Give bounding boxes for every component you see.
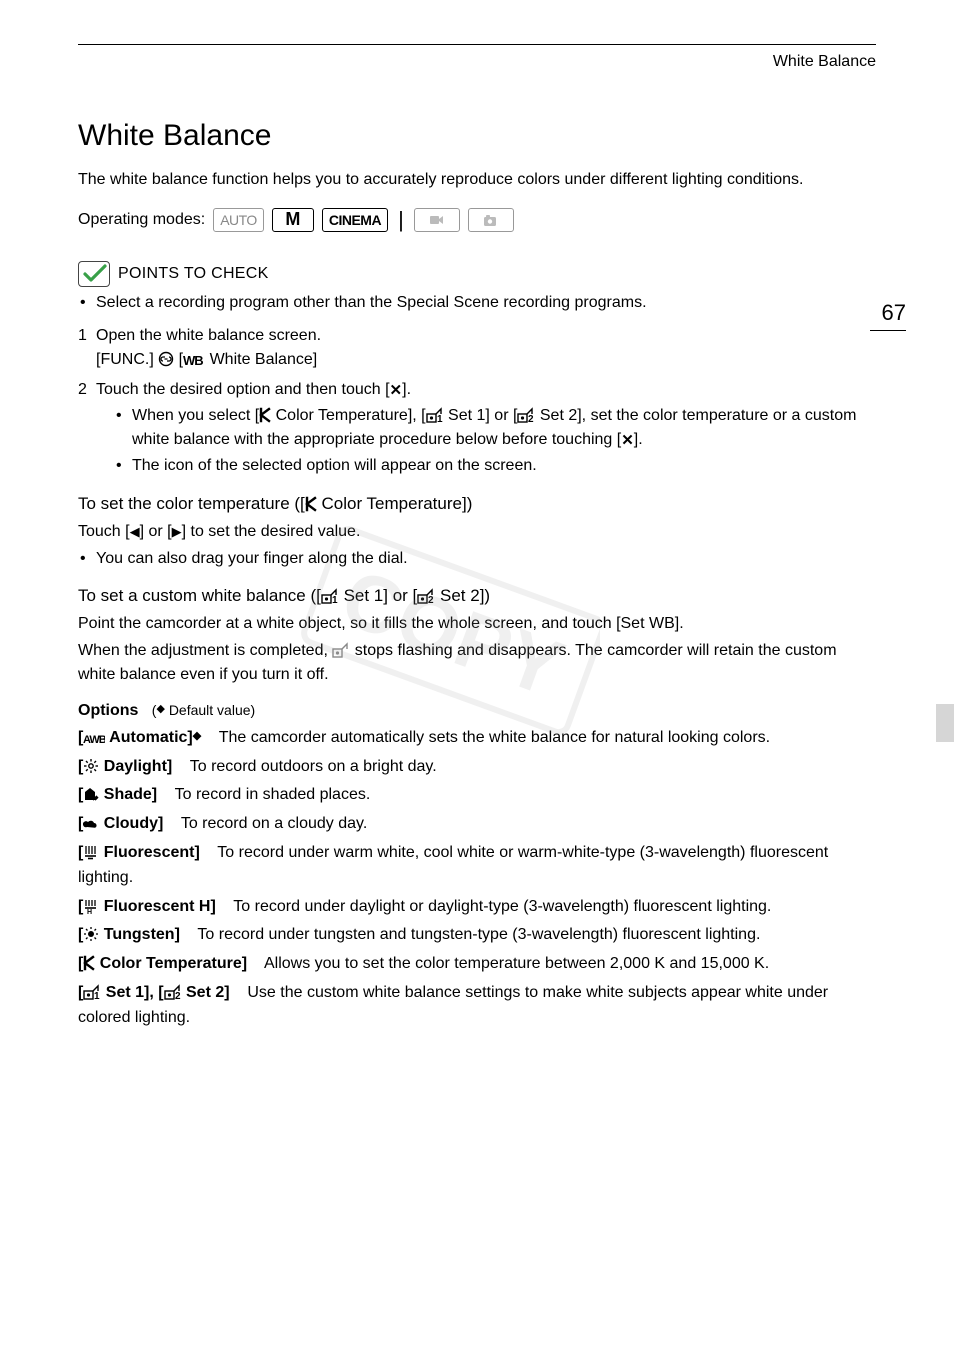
procedure-steps: 1Open the white balance screen. [FUNC.] … xyxy=(78,324,876,478)
fluorescent-icon xyxy=(83,844,99,860)
mode-manual: M xyxy=(272,208,314,232)
opt-shade: [ Shade] To record in shaded places. xyxy=(78,783,876,808)
sun-icon xyxy=(83,758,99,774)
opt-automatic: [ Automatic]◆ The camcorder automaticall… xyxy=(78,726,876,751)
awb-icon xyxy=(83,731,105,745)
operating-modes-row: Operating modes: AUTO M CINEMA | xyxy=(78,207,876,233)
opt-color-temperature: [ Color Temperature] Allows you to set t… xyxy=(78,952,876,977)
close-icon: ✕ xyxy=(390,383,403,398)
step-1: 1Open the white balance screen. [FUNC.] … xyxy=(78,324,876,372)
camcorder-icon xyxy=(428,212,446,228)
right-arrow-icon: ▶ xyxy=(172,524,182,539)
cloud-icon xyxy=(83,815,99,831)
custom-wb-p1: Point the camcorder at a white object, s… xyxy=(78,612,876,635)
set2-icon xyxy=(164,984,182,1000)
opt-set1-set2: [ Set 1], [ Set 2] Use the custom white … xyxy=(78,981,876,1031)
shade-icon xyxy=(83,786,99,802)
color-temp-line1: Touch [◀] or [▶] to set the desired valu… xyxy=(78,520,876,543)
set1-icon xyxy=(83,984,101,1000)
mode-movie xyxy=(414,208,460,232)
diamond-icon: ◆ xyxy=(193,730,201,742)
set2-icon xyxy=(417,588,435,604)
page-title: White Balance xyxy=(78,119,876,153)
camera-icon xyxy=(482,212,500,228)
manual-page: White Balance 67 COPY White Balance The … xyxy=(0,0,954,1352)
intro-paragraph: The white balance function helps you to … xyxy=(78,169,876,191)
mode-photo xyxy=(468,208,514,232)
opt-fluorescent-h: [ Fluorescent H] To record under dayligh… xyxy=(78,895,876,920)
opt-tungsten: [ Tungsten] To record under tungsten and… xyxy=(78,923,876,948)
points-to-check-row: POINTS TO CHECK xyxy=(78,261,876,287)
points-item: Select a recording program other than th… xyxy=(78,291,876,314)
side-tab xyxy=(936,704,954,742)
options-heading: Options (◆ Default value) xyxy=(78,702,876,720)
step-2: 2Touch the desired option and then touch… xyxy=(78,378,876,478)
page-number-rule xyxy=(870,330,906,331)
color-temp-bullets: You can also drag your finger along the … xyxy=(78,547,876,570)
custom-wb-p2: When the adjustment is completed, stops … xyxy=(78,639,876,685)
mode-auto: AUTO xyxy=(213,208,264,232)
diamond-icon: ◆ xyxy=(156,703,164,715)
points-to-check-list: Select a recording program other than th… xyxy=(78,291,876,314)
opt-cloudy: [ Cloudy] To record on a cloudy day. xyxy=(78,812,876,837)
k-icon xyxy=(305,496,317,512)
step-2-bullets: When you select [ Color Temperature], [ … xyxy=(78,404,876,478)
mode-separator: | xyxy=(396,207,406,233)
step-2-bullet-1: When you select [ Color Temperature], [ … xyxy=(116,404,876,452)
step-2-bullet-2: The icon of the selected option will app… xyxy=(116,454,876,478)
operating-modes-label: Operating modes: xyxy=(78,211,205,229)
link-icon xyxy=(158,351,174,367)
left-arrow-icon: ◀ xyxy=(130,524,140,539)
set2-icon xyxy=(517,407,535,423)
set-icon xyxy=(332,642,350,658)
set1-icon xyxy=(426,407,444,423)
mode-cinema: CINEMA xyxy=(322,208,388,232)
k-icon xyxy=(259,407,271,423)
k-icon xyxy=(83,955,95,971)
set1-icon xyxy=(321,588,339,604)
color-temp-bullet: You can also drag your finger along the … xyxy=(78,547,876,570)
close-icon: ✕ xyxy=(621,433,634,448)
running-header: White Balance xyxy=(78,53,876,71)
checklist-icon xyxy=(78,261,110,287)
page-number: 67 xyxy=(882,300,906,325)
opt-fluorescent: [ Fluorescent] To record under warm whit… xyxy=(78,841,876,891)
opt-daylight: [ Daylight] To record outdoors on a brig… xyxy=(78,755,876,780)
color-temp-heading: To set the color temperature ([ Color Te… xyxy=(78,494,876,514)
tungsten-icon xyxy=(83,926,99,942)
fluorescent-h-icon xyxy=(83,898,99,914)
step-1-sub: [FUNC.] [ White Balance] xyxy=(78,348,876,372)
points-to-check-label: POINTS TO CHECK xyxy=(118,265,269,283)
wb-icon xyxy=(183,353,205,367)
custom-wb-heading: To set a custom white balance ([ Set 1] … xyxy=(78,586,876,606)
top-rule xyxy=(78,44,876,45)
